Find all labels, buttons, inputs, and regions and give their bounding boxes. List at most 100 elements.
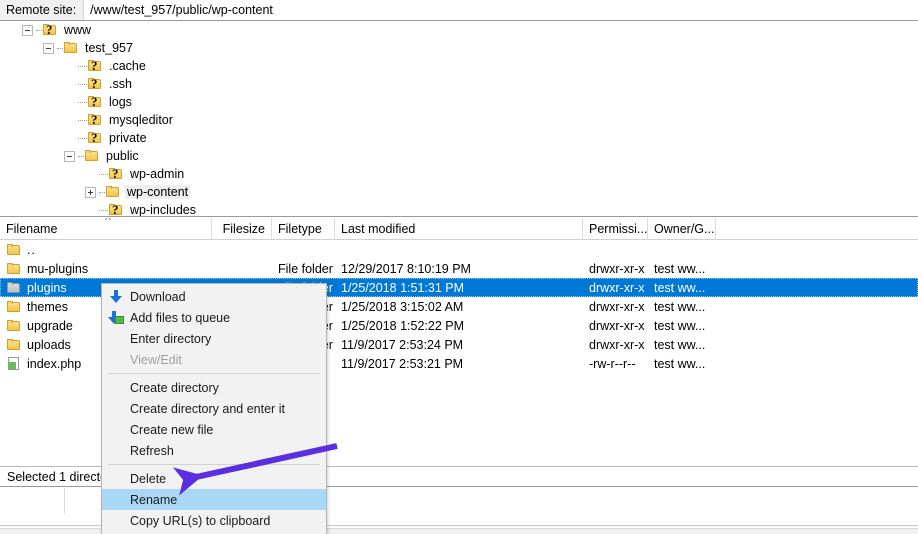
tree-item-label: test_957 [83,41,135,55]
cell-permissions: drwxr-xr-x [583,319,648,333]
tree-item-test-957[interactable]: test_957 [0,39,918,57]
column-header-filename[interactable]: Filename [0,218,212,240]
context-menu-separator [108,464,320,465]
tree-item-public[interactable]: public [0,147,918,165]
cell-owner: test ww... [648,262,716,276]
tree-connector-line [78,66,87,67]
context-menu-item-delete[interactable]: Delete [102,468,326,489]
tree-collapse-icon[interactable] [22,25,33,36]
remote-site-path-input[interactable]: /www/test_957/public/wp-content [84,0,918,20]
context-menu-item-label: Add files to queue [130,311,230,325]
context-menu-item-label: Delete [130,472,166,486]
tree-item-label: wp-content [125,185,190,199]
file-name-label: uploads [27,338,71,352]
folder-icon [106,186,120,198]
tree-item-label: mysqleditor [107,113,175,127]
tree-item-wp-content[interactable]: wp-content [0,183,918,201]
folder-unknown-icon: ? [88,96,102,108]
context-menu-item-create-directory-and-enter-it[interactable]: Create directory and enter it [102,398,326,419]
folder-icon [85,150,99,162]
tree-item-wp-includes[interactable]: ? wp-includes [0,201,918,217]
file-name-label: plugins [27,281,67,295]
tree-item-logs[interactable]: ? logs [0,93,918,111]
tree-expand-icon[interactable] [85,187,96,198]
file-list-row[interactable]: mu-pluginsFile folder12/29/2017 8:10:19 … [0,259,918,278]
folder-unknown-icon: ? [88,114,102,126]
tree-collapse-icon[interactable] [43,43,54,54]
cell-modified: 1/25/2018 3:15:02 AM [335,300,583,314]
tree-item--ssh[interactable]: ?.ssh [0,75,918,93]
file-name-label: mu-plugins [27,262,88,276]
context-menu-item-label: Create new file [130,423,213,437]
column-header-filesize[interactable]: Filesize [212,218,272,240]
column-header-filetype[interactable]: Filetype [272,218,335,240]
tree-item-label: www [62,23,93,37]
folder-unknown-icon: ? [88,132,102,144]
php-file-icon [7,357,21,370]
cell-modified: 11/9/2017 2:53:24 PM [335,338,583,352]
context-menu-item-rename[interactable]: Rename [102,489,326,510]
context-menu-item-label: Create directory [130,381,219,395]
tree-connector-line [99,192,105,193]
context-menu-item-view-edit: View/Edit [102,349,326,370]
tree-connector-line [78,156,84,157]
remote-site-label: Remote site: [0,0,84,20]
tree-item-label: private [107,131,149,145]
cell-owner: test ww... [648,281,716,295]
tree-item-private[interactable]: ? private [0,129,918,147]
file-context-menu[interactable]: Download Add files to queue Enter director… [101,283,327,534]
tree-item-label: wp-includes [128,203,198,217]
file-list-row[interactable]: .. [0,240,918,259]
folder-icon [7,339,21,351]
cell-modified: 12/29/2017 8:10:19 PM [335,262,583,276]
context-menu-item-create-new-file[interactable]: Create new file [102,419,326,440]
column-header-modified[interactable]: Last modified [335,218,583,240]
cell-modified: 11/9/2017 2:53:21 PM [335,357,583,371]
cell-permissions: -rw-r--r-- [583,357,648,371]
tree-item-www[interactable]: ?www [0,21,918,39]
context-menu-item-enter-directory[interactable]: Enter directory [102,328,326,349]
file-list-column-headers[interactable]: FilenameFilesize Filetype Last modifiedPer… [0,218,918,240]
tree-item-wp-admin[interactable]: ? wp-admin [0,165,918,183]
tree-item-label: wp-admin [128,167,186,181]
tree-connector-line [99,210,108,211]
context-menu-item-create-directory[interactable]: Create directory [102,377,326,398]
tree-connector-line [78,102,87,103]
file-name-label: upgrade [27,319,73,333]
folder-unknown-icon: ? [109,204,123,216]
cell-permissions: drwxr-xr-x [583,338,648,352]
file-name-label: themes [27,300,68,314]
cell-modified: 1/25/2018 1:52:22 PM [335,319,583,333]
cell-owner: test ww... [648,300,716,314]
tree-collapse-icon[interactable] [64,151,75,162]
cell-modified: 1/25/2018 1:51:31 PM [335,281,583,295]
context-menu-item-download[interactable]: Download [102,286,326,307]
context-menu-item-add-files-to-queue[interactable]: Add files to queue [102,307,326,328]
column-header-permissions[interactable]: Permissi... [583,218,648,240]
tree-item--cache[interactable]: ?.cache [0,57,918,75]
status-bar-text: Selected 1 directo [0,470,107,484]
folder-icon [7,301,21,313]
tree-connector-line [78,138,87,139]
tree-item-label: .cache [107,59,148,73]
cell-owner: test ww... [648,338,716,352]
remote-site-bar: Remote site: /www/test_957/public/wp-con… [0,0,918,21]
folder-unknown-icon: ? [109,168,123,180]
tree-item-label: .ssh [107,77,134,91]
context-menu-item-copy-url-s--to-clipboard[interactable]: Copy URL(s) to clipboard [102,510,326,531]
file-name-label: .. [27,243,36,257]
column-header-label: Owner/G... [654,222,714,236]
tree-connector-line [78,84,87,85]
column-header-owner[interactable]: Owner/G... [648,218,716,240]
file-name-label: index.php [27,357,81,371]
cell-permissions: drwxr-xr-x [583,281,648,295]
tree-connector-line [99,174,108,175]
context-menu-item-refresh[interactable]: Refresh [102,440,326,461]
column-header-label: Filetype [278,222,322,236]
tree-item-label: logs [107,95,134,109]
remote-directory-tree[interactable]: ?wwwtest_957?.cache?.ssh?logs?mysqledito… [0,21,918,217]
folder-icon [7,263,21,275]
tree-item-mysqleditor[interactable]: ? mysqleditor [0,111,918,129]
sort-ascending-icon [104,220,114,225]
cell-filename: .. [0,243,212,257]
